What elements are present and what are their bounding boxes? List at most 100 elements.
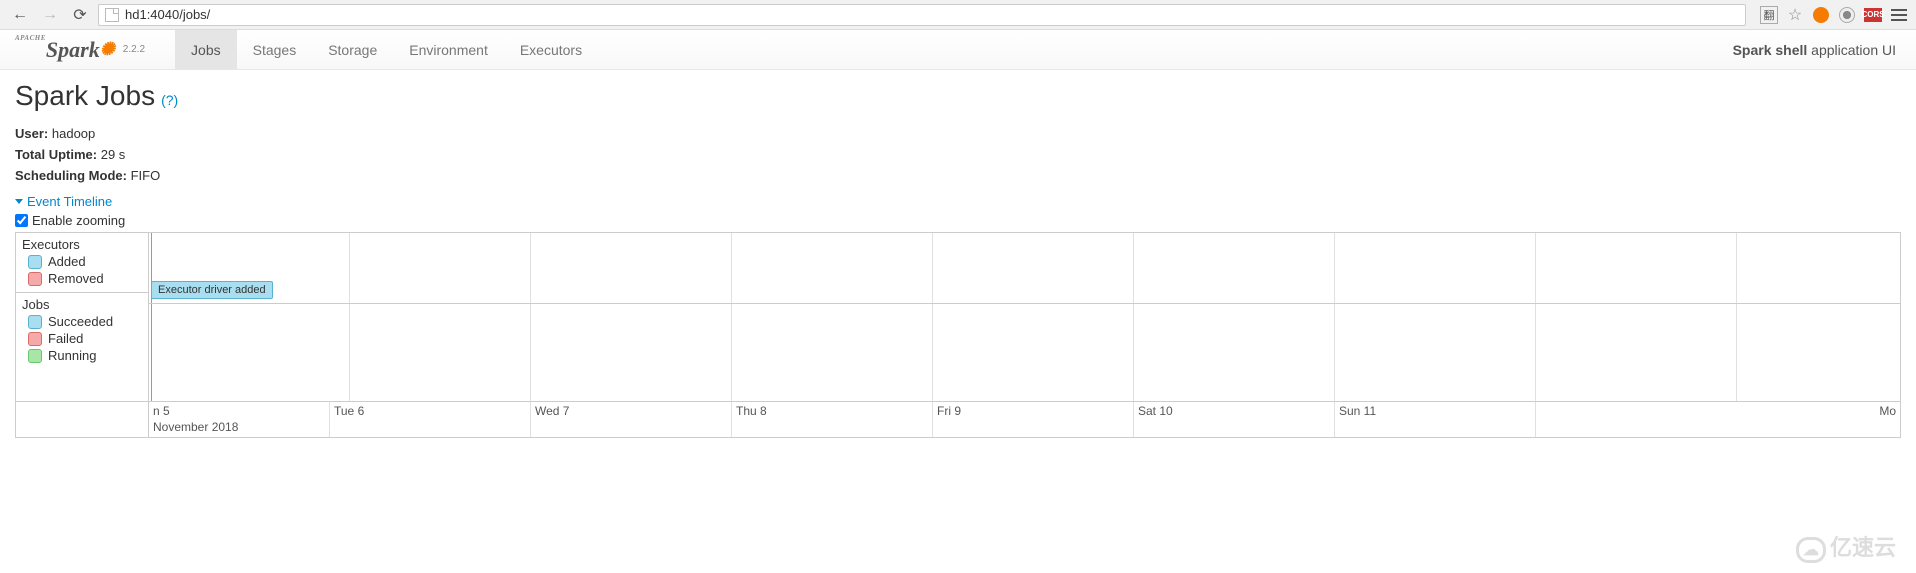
gridline [149, 304, 350, 401]
tab-executors[interactable]: Executors [504, 30, 598, 69]
extension-grey-icon[interactable] [1838, 6, 1856, 24]
page-icon [105, 8, 119, 22]
nav-tabs: Jobs Stages Storage Environment Executor… [175, 30, 598, 69]
browser-menu-icon[interactable] [1890, 6, 1908, 24]
axis-tick: Thu 8 [732, 402, 933, 437]
legend-added-label: Added [48, 254, 86, 269]
legend-failed-label: Failed [48, 331, 83, 346]
legend-removed-swatch [28, 272, 42, 286]
legend-succeeded-label: Succeeded [48, 314, 113, 329]
forward-button[interactable]: → [38, 3, 62, 27]
timeline-executors-row: Executor driver added [149, 233, 1900, 304]
brand-version: 2.2.2 [123, 44, 145, 55]
browser-toolbar: ← → ⟳ hd1:4040/jobs/ 翻 ☆ CORS [0, 0, 1916, 30]
cors-extension-icon[interactable]: CORS [1864, 6, 1882, 24]
legend-failed-row: Failed [28, 331, 142, 346]
caret-down-icon [15, 199, 23, 204]
axis-tick: Fri 9 [933, 402, 1134, 437]
user-label: User: [15, 126, 48, 141]
gridline [330, 304, 531, 401]
axis-tick-last: Mo [1879, 404, 1896, 418]
axis-tick: Tue 6 [330, 402, 531, 437]
user-row: User: hadoop [15, 124, 1901, 145]
axis-tick: Sun 11 [1335, 402, 1536, 437]
axis-month-label: November 2018 [153, 418, 329, 434]
legend-removed-row: Removed [28, 271, 142, 286]
legend-running-label: Running [48, 348, 96, 363]
brand-logo[interactable]: APACHE Spark ✺ 2.2.2 [15, 37, 145, 63]
user-value: hadoop [52, 126, 95, 141]
back-button[interactable]: ← [8, 3, 32, 27]
gridline [149, 233, 350, 303]
legend-running-swatch [28, 349, 42, 363]
watermark: ☁亿速云 [1796, 530, 1896, 563]
legend-succeeded-row: Succeeded [28, 314, 142, 329]
tab-storage[interactable]: Storage [312, 30, 393, 69]
gridline [1335, 304, 1536, 401]
gridline [1536, 233, 1737, 303]
bookmark-star-icon[interactable]: ☆ [1786, 6, 1804, 24]
uptime-row: Total Uptime: 29 s [15, 145, 1901, 166]
sched-row: Scheduling Mode: FIFO [15, 166, 1901, 187]
gridline [531, 304, 732, 401]
sched-label: Scheduling Mode: [15, 168, 127, 183]
legend-jobs-header: Jobs [22, 297, 142, 312]
axis-tick: Wed 7 [531, 402, 732, 437]
tab-environment[interactable]: Environment [393, 30, 504, 69]
tab-stages[interactable]: Stages [237, 30, 313, 69]
brand-apache-label: APACHE [15, 34, 46, 42]
spark-star-icon: ✺ [100, 39, 115, 60]
axis-tick-label: n 5 [153, 404, 329, 418]
legend-added-row: Added [28, 254, 142, 269]
content-area: Spark Jobs (?) User: hadoop Total Uptime… [0, 70, 1916, 448]
extension-icons: 翻 ☆ CORS [1752, 6, 1908, 24]
enable-zoom-row: Enable zooming [15, 213, 1901, 228]
uptime-value: 29 s [101, 147, 126, 162]
timeline-axis: n 5 November 2018 Tue 6 Wed 7 Thu 8 Fri … [16, 401, 1900, 437]
uptime-label: Total Uptime: [15, 147, 97, 162]
timeline: Executors Added Removed Jobs Succeeded [15, 232, 1901, 438]
page-title-text: Spark Jobs [15, 80, 155, 112]
gridline [933, 304, 1134, 401]
enable-zoom-label: Enable zooming [32, 213, 125, 228]
watermark-icon: ☁ [1796, 537, 1826, 563]
sched-value: FIFO [131, 168, 161, 183]
gridline [1536, 304, 1737, 401]
app-navbar: APACHE Spark ✺ 2.2.2 Jobs Stages Storage… [0, 30, 1916, 70]
legend-added-swatch [28, 255, 42, 269]
legend-succeeded-swatch [28, 315, 42, 329]
tab-jobs[interactable]: Jobs [175, 30, 237, 69]
reload-button[interactable]: ⟳ [68, 3, 92, 27]
gridline [531, 233, 732, 303]
timeline-jobs-row [149, 304, 1900, 401]
timeline-body: Executors Added Removed Jobs Succeeded [16, 233, 1900, 401]
translate-icon[interactable]: 翻 [1760, 6, 1778, 24]
axis-tick: n 5 November 2018 [149, 402, 330, 437]
legend-running-row: Running [28, 348, 142, 363]
enable-zoom-checkbox[interactable] [15, 214, 28, 227]
gridline [330, 233, 531, 303]
app-name-bold: Spark shell [1733, 42, 1808, 58]
gridline [1335, 233, 1536, 303]
legend-failed-swatch [28, 332, 42, 346]
app-name-suffix: application UI [1811, 42, 1896, 58]
axis-tick: Sat 10 [1134, 402, 1335, 437]
app-name-label: Spark shell application UI [1733, 42, 1896, 58]
summary-list: User: hadoop Total Uptime: 29 s Scheduli… [15, 124, 1901, 186]
url-text: hd1:4040/jobs/ [125, 7, 210, 22]
gridline [732, 233, 933, 303]
gridline [933, 233, 1134, 303]
gridline [1134, 304, 1335, 401]
page-title: Spark Jobs (?) [15, 80, 1901, 112]
gridline [1134, 233, 1335, 303]
brand-name: Spark [46, 37, 100, 63]
legend-removed-label: Removed [48, 271, 104, 286]
help-link[interactable]: (?) [161, 92, 178, 108]
event-timeline-toggle[interactable]: Event Timeline [15, 194, 1901, 209]
extension-orange-icon[interactable] [1812, 6, 1830, 24]
address-bar[interactable]: hd1:4040/jobs/ [98, 4, 1746, 26]
legend-jobs-block: Jobs Succeeded Failed Running [16, 293, 148, 369]
timeline-axis-left-gutter [16, 402, 149, 437]
timeline-legend: Executors Added Removed Jobs Succeeded [16, 233, 149, 401]
timeline-canvas[interactable]: Executor driver added [149, 233, 1900, 401]
